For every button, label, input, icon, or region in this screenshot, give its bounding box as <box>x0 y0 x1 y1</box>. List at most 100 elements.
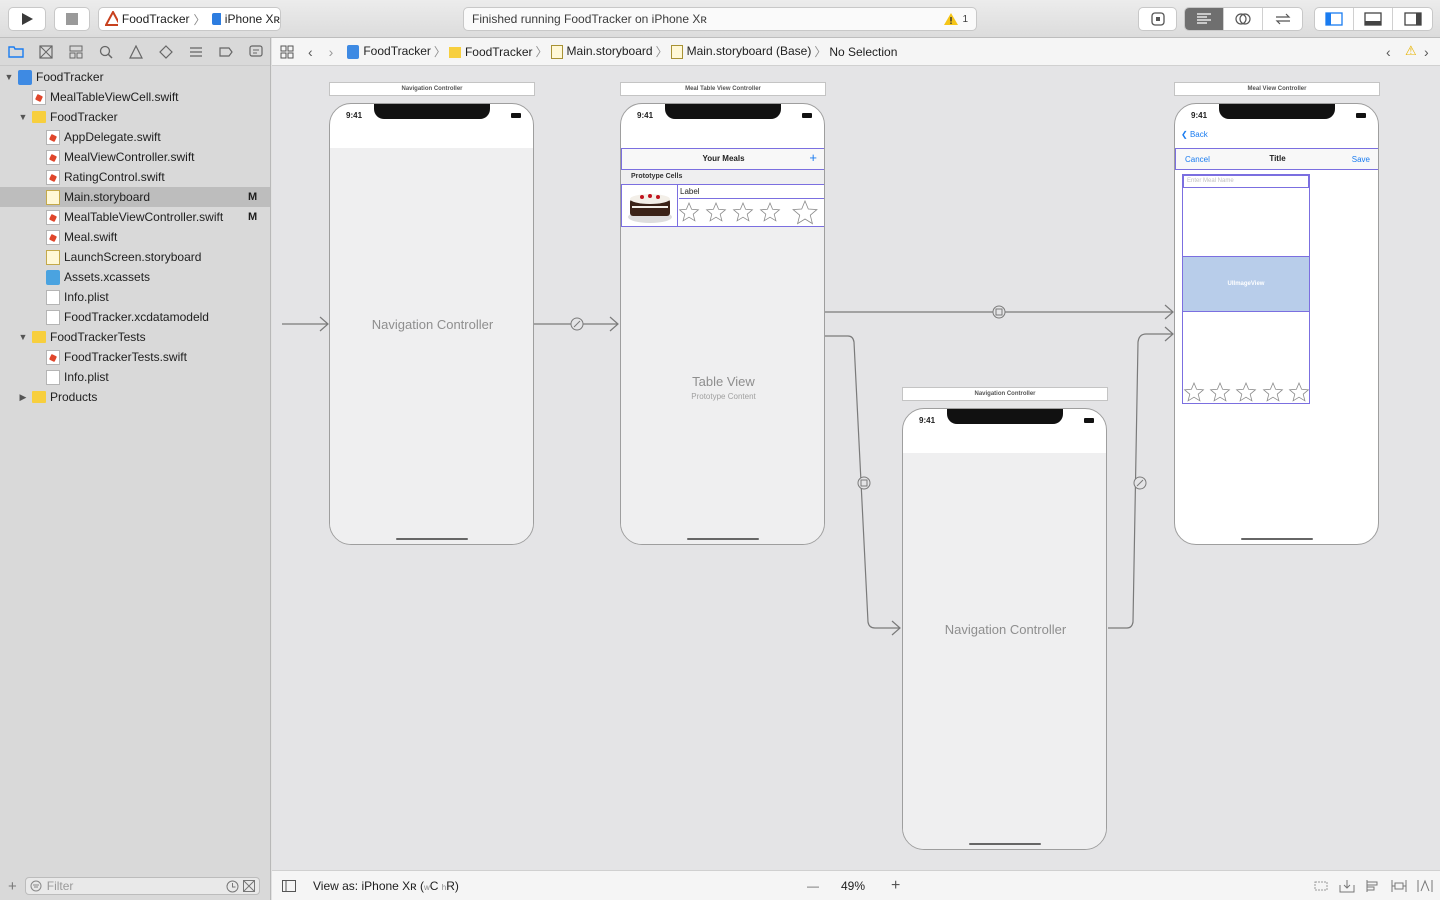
hierarchy-icon[interactable] <box>66 42 85 61</box>
scene-title-navigation-controller-2[interactable]: Navigation Controller <box>902 387 1108 401</box>
breadcrumb-project[interactable]: FoodTracker <box>347 44 431 59</box>
navigator-item[interactable]: ▼ FoodTrackerTests <box>0 327 270 347</box>
embed-icon[interactable] <box>1313 880 1329 892</box>
table-view[interactable]: Prototype Cells Label Table View Prototy… <box>621 170 824 544</box>
view-as-selector[interactable]: View as: iPhone Xʀ (wC hR) <box>313 879 459 893</box>
resolve-issues-icon[interactable] <box>1417 879 1433 893</box>
navigator-item[interactable]: MealViewController.swift <box>0 147 270 167</box>
stack-view[interactable]: Enter Meal Name UIImageView <box>1182 174 1310 404</box>
library-button[interactable] <box>1138 7 1177 31</box>
version-editor-button[interactable] <box>1263 8 1302 30</box>
navigator-item[interactable]: MealTableViewController.swift M <box>0 207 270 227</box>
filter-input[interactable]: Filter <box>24 877 260 895</box>
source-control-icon[interactable] <box>36 42 55 61</box>
disclosure-open-icon[interactable]: ▼ <box>18 332 28 342</box>
navigator-item[interactable]: Main.storyboard M <box>0 187 270 207</box>
navigation-controller-scene[interactable]: 9:41 Navigation Controller <box>329 103 534 545</box>
scene-title-meal-table-view-controller[interactable]: Meal Table View Controller <box>620 82 826 96</box>
navigator-item-label: MealTableViewCell.swift <box>50 90 179 104</box>
navigator-toggle[interactable] <box>1315 8 1354 30</box>
zoom-out-button[interactable]: — <box>807 879 819 893</box>
storyboard-canvas[interactable]: Navigation Controller 9:41 Navigation Co… <box>272 66 1440 870</box>
navigator-item[interactable]: RatingControl.swift <box>0 167 270 187</box>
disclosure-open-icon[interactable]: ▼ <box>4 72 14 82</box>
meal-table-view-controller-scene[interactable]: 9:41 Your Meals + Prototype Cells Label … <box>620 103 825 545</box>
prototype-cell[interactable]: Label <box>621 184 824 227</box>
save-button[interactable]: Save <box>1352 155 1370 164</box>
navigator-item[interactable]: ▶ Products <box>0 387 270 407</box>
toolbar: FoodTracker 〉 iPhone Xʀ Finished running… <box>0 0 1440 38</box>
report-icon[interactable] <box>246 42 265 61</box>
zoom-level[interactable]: 49% <box>841 879 865 893</box>
navigator-selector-bar <box>0 38 270 66</box>
warning-icon[interactable]: ⚠ <box>1405 43 1417 59</box>
zoom-in-button[interactable]: + <box>891 877 900 895</box>
storyboard-icon <box>550 44 563 59</box>
filter-icon <box>30 880 42 892</box>
scene-title-meal-view-controller[interactable]: Meal View Controller <box>1174 82 1380 96</box>
related-items-icon[interactable] <box>280 45 294 59</box>
breadcrumb-selection[interactable]: No Selection <box>829 45 897 59</box>
navigator-item[interactable]: FoodTrackerTests.swift <box>0 347 270 367</box>
debug-area-toggle[interactable] <box>1354 8 1393 30</box>
swift-file-icon <box>46 129 60 145</box>
next-issue-icon[interactable]: › <box>1424 44 1429 60</box>
navigator-item[interactable]: Info.plist <box>0 367 270 387</box>
navigator-item-label: FoodTracker <box>36 70 104 84</box>
breakpoint-icon[interactable] <box>216 42 235 61</box>
navigator-item[interactable]: ▼ FoodTracker <box>0 67 270 87</box>
disclosure-closed-icon[interactable]: ▶ <box>18 392 28 403</box>
warning-icon <box>944 13 959 25</box>
navigation-bar[interactable]: Cancel Title Save <box>1175 148 1378 170</box>
notch <box>1219 104 1335 119</box>
meal-name-field[interactable]: Enter Meal Name <box>1183 175 1309 188</box>
navigator-item[interactable]: LaunchScreen.storyboard <box>0 247 270 267</box>
previous-issue-icon[interactable]: ‹ <box>1386 44 1391 60</box>
stop-button[interactable] <box>54 7 90 31</box>
breadcrumb-file[interactable]: Main.storyboard <box>550 44 653 59</box>
navigator-item[interactable]: Meal.swift <box>0 227 270 247</box>
add-icon[interactable]: + <box>8 878 17 895</box>
navigator-item[interactable]: ▼ FoodTracker <box>0 107 270 127</box>
forward-arrow-icon[interactable]: › <box>329 44 334 60</box>
add-constraints-icon[interactable] <box>1391 879 1407 893</box>
meal-image-view[interactable]: UIImageView <box>1182 256 1310 312</box>
standard-editor-button[interactable] <box>1185 8 1224 30</box>
nav-title: Title <box>1269 154 1286 163</box>
scheme-selector[interactable]: FoodTracker 〉 iPhone Xʀ <box>98 7 281 31</box>
warnings-indicator[interactable]: 1 <box>944 13 968 25</box>
issue-icon[interactable] <box>126 42 145 61</box>
folder-icon[interactable] <box>6 42 25 61</box>
scene-title-navigation-controller[interactable]: Navigation Controller <box>329 82 535 96</box>
rating-control-icon[interactable] <box>1183 381 1309 403</box>
debug-icon[interactable] <box>186 42 205 61</box>
scm-status-badge: M <box>248 191 258 203</box>
navigation-bar[interactable]: Your Meals + <box>621 148 824 170</box>
navigation-controller-scene-2[interactable]: 9:41 Navigation Controller <box>902 408 1107 850</box>
navigator-item[interactable]: AppDelegate.swift <box>0 127 270 147</box>
navigator-item[interactable]: Assets.xcassets <box>0 267 270 287</box>
breadcrumb-localization[interactable]: Main.storyboard (Base) <box>670 44 811 59</box>
back-arrow-icon[interactable]: ‹ <box>308 44 313 60</box>
meal-view-controller-scene[interactable]: 9:41 ❮ Back Cancel Title Save Enter Meal… <box>1174 103 1379 545</box>
document-outline-toggle-icon[interactable] <box>282 879 296 892</box>
update-frames-icon[interactable] <box>1339 879 1355 893</box>
run-button[interactable] <box>8 7 46 31</box>
inspector-toggle[interactable] <box>1393 8 1432 30</box>
back-button[interactable]: ❮ Back <box>1181 130 1208 139</box>
breadcrumb-folder[interactable]: FoodTracker <box>448 45 533 59</box>
test-icon[interactable] <box>156 42 175 61</box>
add-button[interactable]: + <box>809 150 817 165</box>
search-icon[interactable] <box>96 42 115 61</box>
align-icon[interactable] <box>1365 879 1381 893</box>
navigator-item[interactable]: Info.plist <box>0 287 270 307</box>
assets-file-icon <box>46 269 60 285</box>
navigator-item[interactable]: FoodTracker.xcdatamodeld <box>0 307 270 327</box>
recent-icon[interactable] <box>226 880 239 893</box>
disclosure-open-icon[interactable]: ▼ <box>18 112 28 122</box>
navigator-item[interactable]: MealTableViewCell.swift <box>0 87 270 107</box>
assistant-editor-button[interactable] <box>1224 8 1263 30</box>
navigator-item-label: MealViewController.swift <box>64 150 195 164</box>
scm-filter-icon[interactable] <box>242 880 255 892</box>
activity-viewer: Finished running FoodTracker on iPhone X… <box>463 7 977 31</box>
